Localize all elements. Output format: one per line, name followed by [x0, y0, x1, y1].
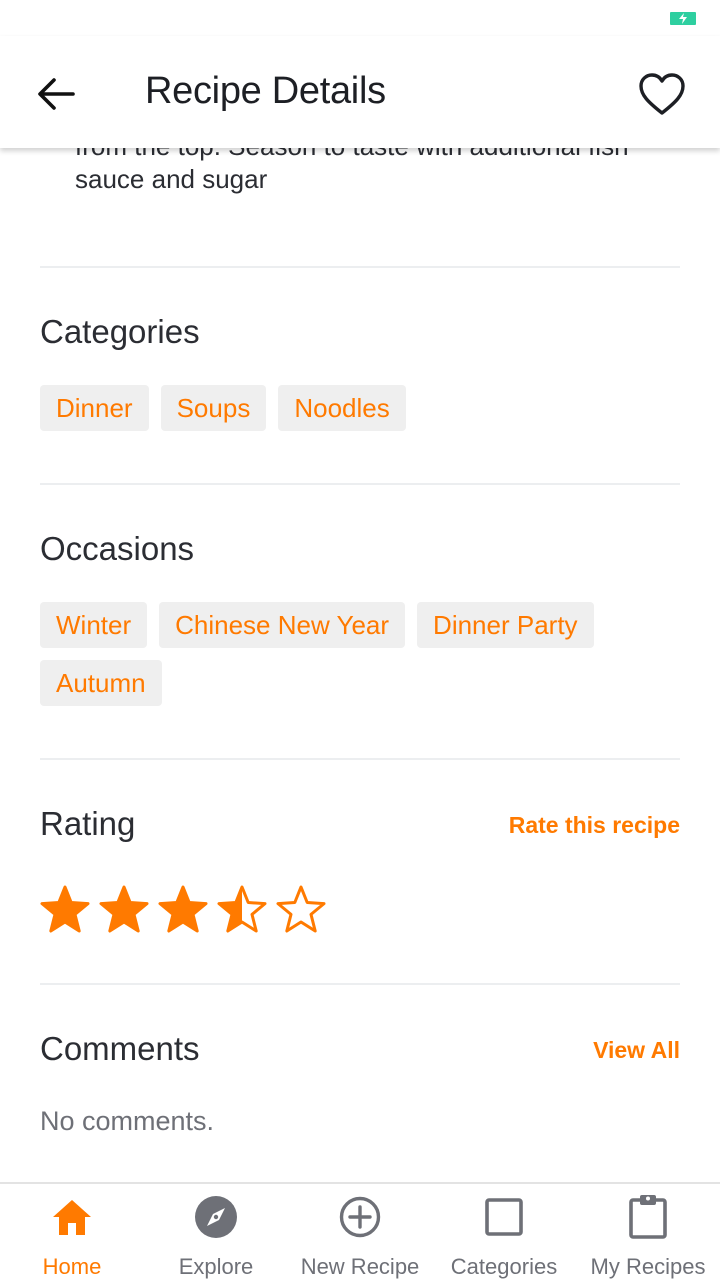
category-chip[interactable]: Soups — [160, 385, 267, 431]
comments-title: Comments — [40, 1030, 200, 1067]
clipboard-icon — [624, 1194, 672, 1240]
category-chip[interactable]: Dinner — [40, 385, 149, 431]
no-comments-text: No comments. — [40, 1106, 215, 1136]
page-title: Recipe Details — [145, 70, 386, 112]
instruction-step-text: from the top. Season to taste with addit… — [75, 148, 629, 194]
divider — [40, 266, 680, 268]
star-half-icon[interactable] — [217, 885, 267, 935]
nav-label: Categories — [450, 1254, 558, 1279]
star-full-icon[interactable] — [99, 885, 149, 935]
categories-title: Categories — [40, 313, 200, 350]
app-bar: Recipe Details — [0, 36, 720, 148]
nav-label: New Recipe — [300, 1254, 420, 1279]
divider — [40, 983, 680, 985]
nav-label: Explore — [178, 1254, 254, 1279]
add-circle-icon — [336, 1194, 384, 1240]
occasion-chip[interactable]: Dinner Party — [417, 602, 594, 648]
rate-recipe-link[interactable]: Rate this recipe — [509, 812, 680, 839]
divider — [40, 483, 680, 485]
star-empty-icon[interactable] — [276, 885, 326, 935]
back-button[interactable] — [28, 70, 84, 118]
rating-title: Rating — [40, 805, 136, 842]
categories-chips: Dinner Soups Noodles — [40, 385, 680, 431]
battery-charging-icon — [670, 12, 696, 25]
nav-label: Home — [42, 1254, 102, 1279]
bottom-navigation: Home Explore New Recipe Categories My Re… — [0, 1182, 720, 1280]
recipe-content[interactable]: from the top. Season to taste with addit… — [0, 148, 720, 1182]
favorite-button[interactable] — [634, 66, 690, 122]
occasions-chips: Winter Chinese New Year Dinner Party Aut… — [40, 602, 680, 706]
occasion-chip[interactable]: Chinese New Year — [159, 602, 406, 648]
heart-icon — [639, 73, 685, 115]
nav-categories[interactable]: Categories — [432, 1184, 576, 1280]
category-chip[interactable]: Noodles — [278, 385, 406, 431]
occasion-chip[interactable]: Autumn — [40, 660, 162, 706]
occasion-chip[interactable]: Winter — [40, 602, 148, 648]
rating-stars — [40, 885, 326, 935]
divider — [40, 758, 680, 760]
arrow-left-icon — [38, 78, 75, 110]
home-icon — [48, 1194, 96, 1240]
status-bar — [0, 0, 720, 36]
nav-home[interactable]: Home — [0, 1184, 144, 1280]
occasions-title: Occasions — [40, 530, 195, 567]
star-full-icon[interactable] — [40, 885, 90, 935]
nav-label: My Recipes — [590, 1254, 706, 1279]
compass-icon — [192, 1194, 240, 1240]
nav-explore[interactable]: Explore — [144, 1184, 288, 1280]
view-all-comments-link[interactable]: View All — [593, 1037, 680, 1064]
nav-new-recipe[interactable]: New Recipe — [288, 1184, 432, 1280]
square-icon — [480, 1194, 528, 1240]
nav-my-recipes[interactable]: My Recipes — [576, 1184, 720, 1280]
star-full-icon[interactable] — [158, 885, 208, 935]
